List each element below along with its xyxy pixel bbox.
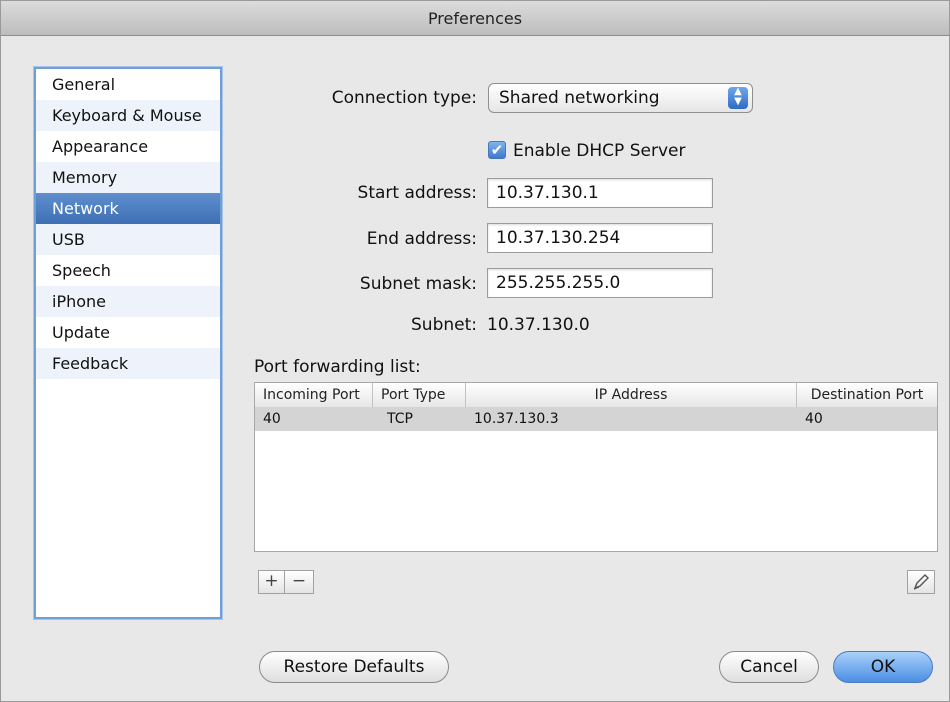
sidebar-item-memory[interactable]: Memory — [36, 162, 220, 193]
checkmark-icon: ✔ — [490, 141, 504, 159]
sidebar-item-speech[interactable]: Speech — [36, 255, 220, 286]
column-header-ip-address[interactable]: IP Address — [466, 383, 797, 407]
connection-type-value: Shared networking — [499, 88, 660, 108]
cell-incoming-port: 40 — [263, 411, 281, 427]
cancel-button[interactable]: Cancel — [719, 651, 819, 683]
table-header: Incoming Port Port Type IP Address Desti… — [255, 383, 937, 408]
column-header-port-type[interactable]: Port Type — [373, 383, 466, 407]
dhcp-checkbox[interactable]: ✔ — [488, 141, 506, 159]
port-forwarding-table[interactable]: Incoming Port Port Type IP Address Desti… — [254, 382, 938, 552]
sidebar-item-iphone[interactable]: iPhone — [36, 286, 220, 317]
cell-port-type: TCP — [387, 411, 413, 427]
column-header-destination-port[interactable]: Destination Port — [797, 383, 937, 407]
dhcp-label[interactable]: Enable DHCP Server — [513, 141, 685, 161]
cell-ip-address: 10.37.130.3 — [474, 411, 559, 427]
start-address-label: Start address: — [357, 183, 477, 203]
table-row[interactable]: 40 TCP 10.37.130.3 40 — [255, 407, 937, 431]
sidebar-item-general[interactable]: General — [36, 69, 220, 100]
edit-button[interactable] — [907, 570, 935, 594]
title-bar[interactable]: Preferences — [1, 1, 949, 36]
start-address-field[interactable]: 10.37.130.1 — [487, 178, 713, 208]
sidebar-item-network[interactable]: Network — [36, 193, 220, 224]
popup-arrows-icon: ▲ ▼ — [728, 87, 748, 109]
subnet-mask-label: Subnet mask: — [359, 274, 477, 294]
cell-destination-port: 40 — [805, 411, 823, 427]
preferences-sidebar: General Keyboard & Mouse Appearance Memo… — [34, 67, 222, 619]
sidebar-item-usb[interactable]: USB — [36, 224, 220, 255]
connection-type-label: Connection type: — [331, 88, 477, 108]
port-forwarding-label: Port forwarding list: — [254, 357, 421, 377]
connection-type-select[interactable]: Shared networking ▲ ▼ — [488, 83, 753, 113]
subnet-value: 10.37.130.0 — [487, 315, 590, 335]
end-address-label: End address: — [366, 229, 477, 249]
sidebar-item-update[interactable]: Update — [36, 317, 220, 348]
ok-button[interactable]: OK — [833, 651, 933, 683]
sidebar-item-feedback[interactable]: Feedback — [36, 348, 220, 379]
subnet-label: Subnet: — [411, 315, 477, 335]
add-button[interactable]: + — [258, 570, 285, 594]
end-address-field[interactable]: 10.37.130.254 — [487, 223, 713, 253]
preferences-window: Preferences General Keyboard & Mouse App… — [0, 0, 950, 702]
window-title: Preferences — [427, 9, 523, 28]
column-header-incoming-port[interactable]: Incoming Port — [255, 383, 373, 407]
subnet-mask-field[interactable]: 255.255.255.0 — [487, 268, 713, 298]
restore-defaults-button[interactable]: Restore Defaults — [259, 651, 449, 683]
sidebar-item-appearance[interactable]: Appearance — [36, 131, 220, 162]
pencil-icon — [913, 574, 929, 590]
remove-button[interactable]: − — [284, 570, 314, 594]
sidebar-item-keyboard-mouse[interactable]: Keyboard & Mouse — [36, 100, 220, 131]
